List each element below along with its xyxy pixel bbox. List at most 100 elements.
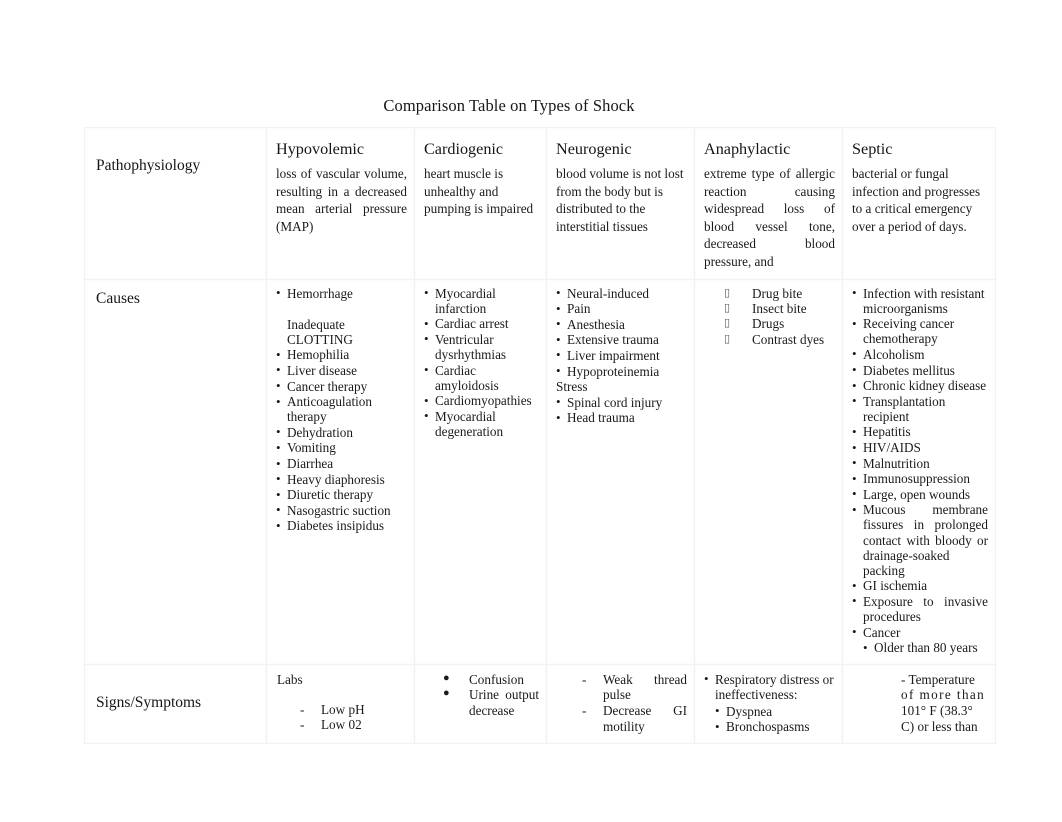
column-header-neurogenic: Neurogenic	[556, 140, 632, 158]
row-header-causes: Causes	[84, 278, 267, 665]
temperature-line-3: 101° F (38.3°	[901, 703, 973, 718]
causes-anaphylactic-list: Drug bite Insect bite Drugs Contrast dye…	[704, 286, 835, 348]
causes-cardiogenic-list: Myocardial infarction Cardiac arrest Ven…	[424, 285, 539, 439]
list-item: HIV/AIDS	[852, 439, 988, 455]
list-item: Hemorrhage	[276, 285, 407, 301]
pathophysiology-neurogenic-text: blood volume is not lost from the body b…	[556, 166, 684, 234]
list-item: Myocardial degeneration	[424, 408, 539, 439]
signs-neurogenic-list: Weak thread pulse Decrease GI motility	[556, 672, 687, 734]
list-item: Vomiting	[276, 440, 407, 456]
row-header-pathophysiology: Pathophysiology	[84, 127, 267, 280]
list-item: Transplantation recipient	[852, 393, 988, 424]
temperature-line-2: of more than	[901, 687, 986, 703]
document-page: Comparison Table on Types of Shock Patho…	[0, 0, 1062, 822]
shock-comparison-table: Pathophysiology Hypovolemic loss of vasc…	[84, 127, 996, 744]
list-item: Cancer therapy	[276, 378, 407, 394]
cell-causes-cardiogenic: Myocardial infarction Cardiac arrest Ven…	[414, 278, 547, 665]
list-item: Extensive trauma	[556, 332, 687, 348]
list-item: Diabetes mellitus	[852, 362, 988, 378]
list-item: Weak thread pulse	[556, 672, 687, 703]
cell-signs-cardiogenic: Confusion Urine output decrease	[414, 663, 547, 744]
cell-causes-anaphylactic: Drug bite Insect bite Drugs Contrast dye…	[694, 278, 843, 665]
list-item: Bronchospasms	[704, 719, 835, 735]
list-item: Hepatitis	[852, 424, 988, 440]
column-header-hypovolemic: Hypovolemic	[276, 140, 365, 158]
list-item: Chronic kidney disease	[852, 378, 988, 394]
row-header-signs-symptoms: Signs/Symptoms	[84, 663, 267, 744]
column-header-cardiogenic: Cardiogenic	[424, 140, 504, 158]
cell-pathophysiology-hypovolemic: Hypovolemic loss of vascular volume, res…	[266, 127, 415, 280]
column-header-septic: Septic	[852, 140, 893, 158]
signs-hypovolemic-list: Low pH Low 02	[276, 702, 407, 733]
temperature-line-1: - Temperature	[901, 671, 975, 687]
list-item: Stress	[556, 379, 588, 395]
list-item: Insect bite	[704, 301, 835, 317]
list-item: Dehydration	[276, 424, 407, 440]
causes-neurogenic-list: Neural-induced Pain Anesthesia Extensive…	[556, 285, 687, 426]
pathophysiology-hypovolemic-text: loss of vascular volume, resulting in a …	[276, 166, 407, 234]
cell-signs-hypovolemic: Labs Low pH Low 02	[266, 663, 415, 744]
pathophysiology-cardiogenic-text: heart muscle is unhealthy and pumping is…	[424, 166, 534, 217]
list-item: Hypoproteinemia	[556, 363, 687, 379]
list-item: Large, open wounds	[852, 486, 988, 502]
causes-hypovolemic-list: Hemorrhage Inadequate CLOTTING Hemophili…	[276, 285, 407, 534]
table-row-pathophysiology: Pathophysiology Hypovolemic loss of vasc…	[84, 127, 996, 280]
list-item-spacer	[276, 301, 407, 316]
list-item: Immunosuppression	[852, 471, 988, 487]
list-item: Cardiac arrest	[424, 316, 539, 332]
temperature-line-4: C) or less than	[901, 718, 978, 734]
cell-signs-anaphylactic: Respiratory distress or ineffectiveness:…	[694, 663, 843, 744]
list-item: Receiving cancer chemotherapy	[852, 316, 988, 347]
list-item: Decrease GI motility	[556, 703, 687, 734]
cell-causes-hypovolemic: Hemorrhage Inadequate CLOTTING Hemophili…	[266, 278, 415, 665]
list-item: Ventricular dysrhythmias	[424, 331, 539, 362]
signs-anaphylactic-list: Respiratory distress or ineffectiveness:…	[704, 671, 835, 735]
table-row-causes: Causes Hemorrhage Inadequate CLOTTING He…	[84, 278, 996, 665]
list-item: Infection with resistant microorganisms	[852, 285, 988, 316]
cell-pathophysiology-septic: Septic bacterial or fungal infection and…	[842, 127, 996, 280]
list-item: Malnutrition	[852, 455, 988, 471]
cell-causes-septic: Infection with resistant microorganisms …	[842, 278, 996, 665]
pathophysiology-anaphylactic-text: extreme type of allergic reaction causin…	[704, 166, 835, 269]
list-item: Inadequate CLOTTING	[287, 316, 353, 347]
list-item: Liver impairment	[556, 347, 687, 363]
list-item: Confusion	[424, 671, 539, 688]
list-item: Diabetes insipidus	[276, 518, 407, 534]
list-item: Heavy diaphoresis	[276, 471, 407, 487]
list-item: Mucous membrane fissures in prolonged co…	[852, 502, 988, 578]
signs-septic-temperature: - Temperature of more than 101° F (38.3°…	[852, 672, 988, 734]
list-item: Spinal cord injury	[556, 394, 687, 410]
list-item: Urine output decrease	[424, 686, 539, 718]
list-item: Hemophilia	[276, 347, 407, 363]
list-item: Dyspnea	[704, 703, 835, 719]
list-item: Cardiac amyloidosis	[424, 362, 539, 393]
list-item: GI ischemia	[852, 578, 988, 594]
list-item: Drugs	[704, 316, 835, 332]
labs-heading: Labs	[277, 671, 303, 687]
list-item: Low 02	[276, 717, 407, 733]
page-title: Comparison Table on Types of Shock	[383, 96, 635, 115]
list-item: Drug bite	[704, 286, 835, 302]
list-item: Older than 80 years	[852, 640, 988, 656]
row-label-causes: Causes	[96, 289, 140, 307]
row-label-signs-symptoms: Signs/Symptoms	[96, 693, 202, 711]
cell-pathophysiology-cardiogenic: Cardiogenic heart muscle is unhealthy an…	[414, 127, 547, 280]
cell-causes-neurogenic: Neural-induced Pain Anesthesia Extensive…	[546, 278, 695, 665]
list-item: Head trauma	[556, 410, 687, 426]
list-item: Pain	[556, 301, 687, 317]
list-item: Liver disease	[276, 362, 407, 378]
list-item: Myocardial infarction	[424, 285, 539, 316]
cell-pathophysiology-neurogenic: Neurogenic blood volume is not lost from…	[546, 127, 695, 280]
list-item: Low pH	[276, 702, 407, 718]
signs-cardiogenic-list: Confusion Urine output decrease	[424, 671, 539, 719]
list-item: Respiratory distress or ineffectiveness:	[704, 671, 835, 703]
list-item: Alcoholism	[852, 346, 988, 362]
list-item: Neural-induced	[556, 285, 687, 301]
list-item: Anesthesia	[556, 316, 687, 332]
row-label-pathophysiology: Pathophysiology	[96, 157, 201, 174]
list-item: Diuretic therapy	[276, 487, 407, 503]
list-item: Exposure to invasive procedures	[852, 593, 988, 624]
cell-pathophysiology-anaphylactic: Anaphylactic extreme type of allergic re…	[694, 127, 843, 280]
list-item: Nasogastric suction	[276, 502, 407, 518]
column-header-anaphylactic: Anaphylactic	[704, 140, 791, 158]
